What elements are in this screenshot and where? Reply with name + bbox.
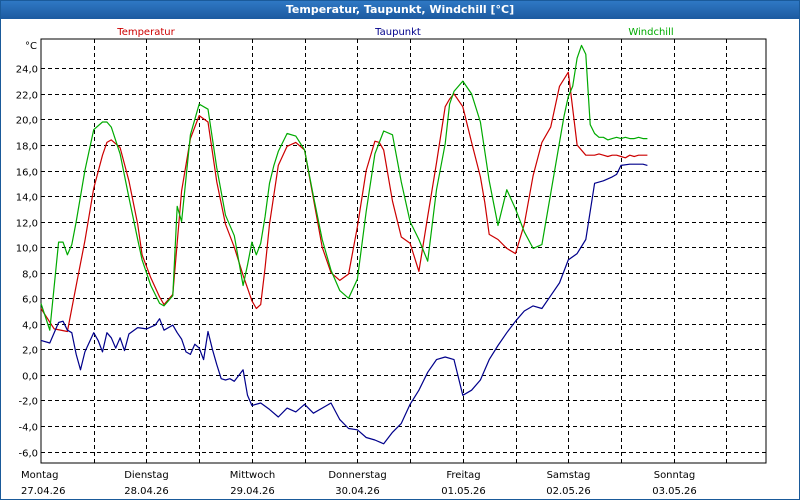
y-tick-label: 24,0 [16, 65, 38, 76]
day-name-label: Mittwoch [230, 470, 275, 481]
y-tick-label: -6,0 [18, 449, 38, 460]
day-date-label: 29.04.26 [230, 486, 275, 497]
y-tick-label: 6,0 [22, 295, 38, 306]
y-tick-label: 8,0 [22, 270, 38, 281]
day-name-label: Freitag [446, 470, 480, 481]
y-tick-label: 10,0 [16, 244, 38, 255]
y-tick-label: 0,0 [22, 372, 38, 383]
day-name-label: Montag [21, 470, 58, 481]
day-name-label: Donnerstag [328, 470, 386, 481]
y-tick-label: 2,0 [22, 346, 38, 357]
series-line-temperatur [40, 71, 648, 333]
y-tick-label: 16,0 [16, 168, 38, 179]
day-name-label: Sonntag [654, 470, 696, 481]
y-tick-label: 12,0 [16, 219, 38, 230]
y-tick-label: -2,0 [18, 397, 38, 408]
day-date-label: 02.05.26 [546, 486, 591, 497]
legend-label-windchill: Windchill [628, 27, 673, 38]
chart-svg: -6,0 -4,0 -2,0 0,0 2,0 4,0 6,0 8,0 10,0 12,0 14,0 1… [16, 27, 767, 497]
y-tick-label: 20,0 [16, 116, 38, 127]
legend-label-taupunkt: Taupunkt [374, 27, 421, 38]
y-tick-label: 18,0 [16, 142, 38, 153]
plot-frame [40, 38, 767, 464]
series-line-taupunkt [40, 163, 648, 445]
series-layer [40, 44, 648, 445]
y-tick-label: 4,0 [22, 321, 38, 332]
y-tick-label: 22,0 [16, 91, 38, 102]
y-tick-label: -4,0 [18, 423, 38, 434]
day-date-label: 28.04.26 [124, 486, 169, 497]
day-date-label: 30.04.26 [335, 486, 380, 497]
chart-window: Temperatur, Taupunkt, Windchill [°C] -6,… [0, 0, 800, 500]
y-tick-label: 14,0 [16, 193, 38, 204]
grid-layer [40, 38, 767, 464]
y-axis-label: °C [25, 41, 37, 52]
day-name-label: Dienstag [124, 470, 169, 481]
legend-label-temperatur: Temperatur [116, 27, 175, 38]
day-name-label: Samstag [547, 470, 591, 481]
day-date-label: 27.04.26 [21, 486, 66, 497]
day-date-label: 03.05.26 [652, 486, 697, 497]
day-date-label: 01.05.26 [441, 486, 486, 497]
